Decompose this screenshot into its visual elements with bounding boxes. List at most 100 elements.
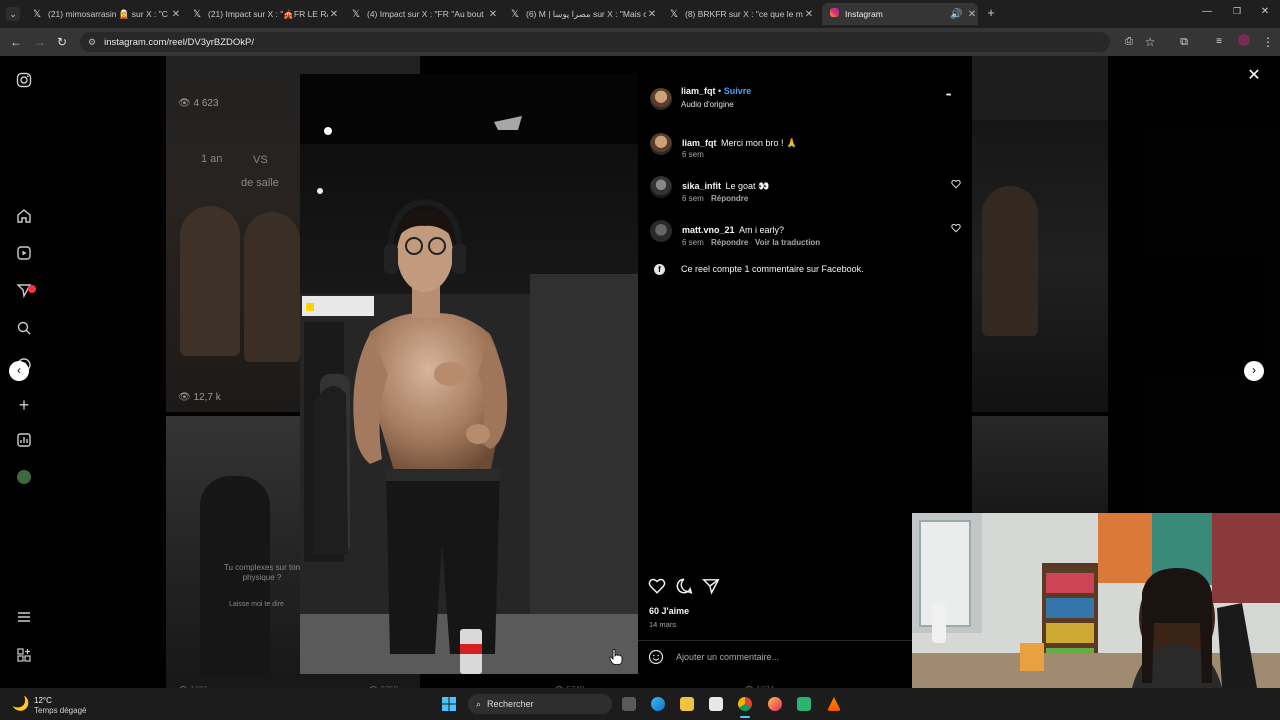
audio-label[interactable]: Audio d'origine [681,100,734,109]
comment-text: Le goat 👀 [725,181,770,191]
close-window-icon[interactable]: ✕ [1258,6,1272,17]
bookmark-star-icon[interactable]: ☆ [1142,34,1158,50]
weather-icon[interactable]: 🌙 [12,695,29,712]
next-reel-arrow[interactable]: › [1244,361,1264,381]
apps-grid-icon[interactable] [14,647,34,667]
browser-tab[interactable]: 𝕏 (6) M | ﻣﺼﺮﺍ ﭘﻮﺳﺎ sur X : "Mais c ✕ [508,3,658,25]
view-count-value: 4 623 [193,98,219,109]
like-heart-icon[interactable] [648,577,666,595]
browser-tab[interactable]: 𝕏 (21) Impact sur X : "🎪FR LE RA ✕ [190,3,340,25]
more-options-icon[interactable]: ••• [946,92,951,99]
commenter-avatar[interactable] [650,133,672,155]
back-arrow-icon[interactable]: ← [8,34,24,50]
instagram-logo-icon[interactable] [14,72,34,92]
new-tab-button[interactable]: + [984,6,998,20]
post-date: 14 mars [649,620,677,629]
spotify-app-icon[interactable] [797,697,811,711]
extensions-icon[interactable]: ⧉ [1176,34,1192,50]
speaker-icon[interactable]: 🔊 [950,9,962,20]
minimize-icon[interactable]: — [1200,6,1214,17]
forward-arrow-icon[interactable]: → [32,34,48,50]
weather-condition[interactable]: Temps dégagé [34,706,86,715]
reel-video[interactable] [300,74,638,674]
browser-tab[interactable]: 𝕏 (21) mimosarrasin 🧝 sur X : "C ✕ [30,3,182,25]
commenter-username[interactable]: liam_fqt [682,138,717,148]
commenter-username[interactable]: sika_infit [682,181,721,191]
media-controls-icon[interactable]: ≡ [1211,34,1227,50]
vlc-icon[interactable] [827,697,841,711]
install-app-icon[interactable]: ⎙ [1121,34,1137,50]
mouse-cursor [609,649,623,665]
browser-tab[interactable]: 𝕏 (4) Impact sur X : "FR "Au bout ✕ [349,3,499,25]
share-send-icon[interactable] [701,577,720,595]
reels-icon[interactable] [14,245,34,265]
chrome-icon[interactable] [738,697,752,711]
menu-icon[interactable] [14,609,34,629]
browser-tab[interactable]: 𝕏 (8) BRKFR sur X : "ce que le ma ✕ [667,3,815,25]
profile-avatar-icon[interactable] [1236,34,1252,50]
search-icon: ⌕ [476,698,482,709]
comment-bubble-icon[interactable] [675,577,693,595]
close-tab-icon[interactable]: ✕ [966,9,978,20]
separator-dot: • [718,86,722,96]
comment-text: Am i early? [738,225,784,235]
restore-icon[interactable]: ❐ [1230,6,1244,17]
close-tab-icon[interactable]: ✕ [328,9,340,20]
tab-title: (21) mimosarrasin 🧝 sur X : "C [48,8,168,19]
start-windows-icon[interactable] [442,697,456,711]
home-icon[interactable] [14,208,34,228]
view-count: 👁 4 623 [178,98,219,109]
windows-taskbar: 🌙 12°C Temps dégagé ⌕ Rechercher [0,688,1280,720]
comment-item: sika_infit Le goat 👀 6 sem Répondre [638,173,972,207]
reply-button[interactable]: Répondre [711,238,748,247]
close-modal-icon[interactable]: ✕ [1245,67,1263,85]
likes-count[interactable]: 60 J'aime [649,606,689,616]
taskbar-search-field[interactable]: ⌕ Rechercher [468,694,612,714]
firefox-icon[interactable] [768,697,782,711]
author-avatar[interactable] [650,88,672,110]
site-info-icon[interactable]: ⚙ [88,37,96,48]
comment-input[interactable]: Ajouter un commentaire... [676,652,779,662]
close-tab-icon[interactable]: ✕ [487,9,499,20]
create-plus-icon[interactable]: + [14,395,34,415]
task-view-icon[interactable] [622,697,636,711]
active-app-indicator [740,716,750,718]
reply-button[interactable]: Répondre [711,194,748,203]
commenter-avatar[interactable] [650,176,672,198]
browser-tab-bar: ⌄ 𝕏 (21) mimosarrasin 🧝 sur X : "C ✕ 𝕏 (… [0,0,1280,28]
x-logo-icon: 𝕏 [669,8,679,20]
browser-menu-icon[interactable]: ⋮ [1260,34,1276,50]
reload-icon[interactable]: ↻ [54,34,70,50]
thumbnail-caption: de salle [241,177,279,189]
close-tab-icon[interactable]: ✕ [646,9,658,20]
store-icon[interactable] [709,697,723,711]
url-field[interactable]: ⚙ instagram.com/reel/DV3yrBZDOkP/ [80,32,1110,52]
close-tab-icon[interactable]: ✕ [803,9,815,20]
emoji-icon[interactable] [648,649,664,665]
see-translation-link[interactable]: Voir la traduction [755,238,820,247]
close-tab-icon[interactable]: ✕ [170,9,182,20]
search-icon[interactable] [14,320,34,340]
weather-temperature[interactable]: 12°C [34,696,52,705]
dashboard-icon[interactable] [14,432,34,452]
x-logo-icon: 𝕏 [510,8,520,20]
facebook-comments-note[interactable]: f Ce reel compte 1 commentaire sur Faceb… [638,263,972,279]
thumbnail-caption: Tu complexes sur ton physique ? [223,563,301,582]
tab-search-button[interactable]: ⌄ [6,7,20,21]
taskbar-search-label: Rechercher [487,699,534,709]
edge-browser-icon[interactable] [651,697,665,711]
profile-avatar[interactable] [14,470,34,490]
url-text: instagram.com/reel/DV3yrBZDOkP/ [104,36,255,48]
view-count: 👁 12,7 k [178,392,221,403]
like-comment-heart-icon[interactable] [950,223,962,235]
like-comment-heart-icon[interactable] [950,179,962,191]
webcam-feed [912,513,1280,688]
author-username[interactable]: liam_fqt [681,86,716,96]
follow-button[interactable]: Suivre [724,86,752,96]
commenter-username[interactable]: matt.vno_21 [682,225,735,235]
previous-reel-arrow[interactable]: ‹ [9,361,29,381]
browser-tab-active[interactable]: Instagram 🔊 ✕ [822,3,978,25]
file-explorer-icon[interactable] [680,697,694,711]
tab-title: (8) BRKFR sur X : "ce que le ma [685,9,803,19]
commenter-avatar[interactable] [650,220,672,242]
